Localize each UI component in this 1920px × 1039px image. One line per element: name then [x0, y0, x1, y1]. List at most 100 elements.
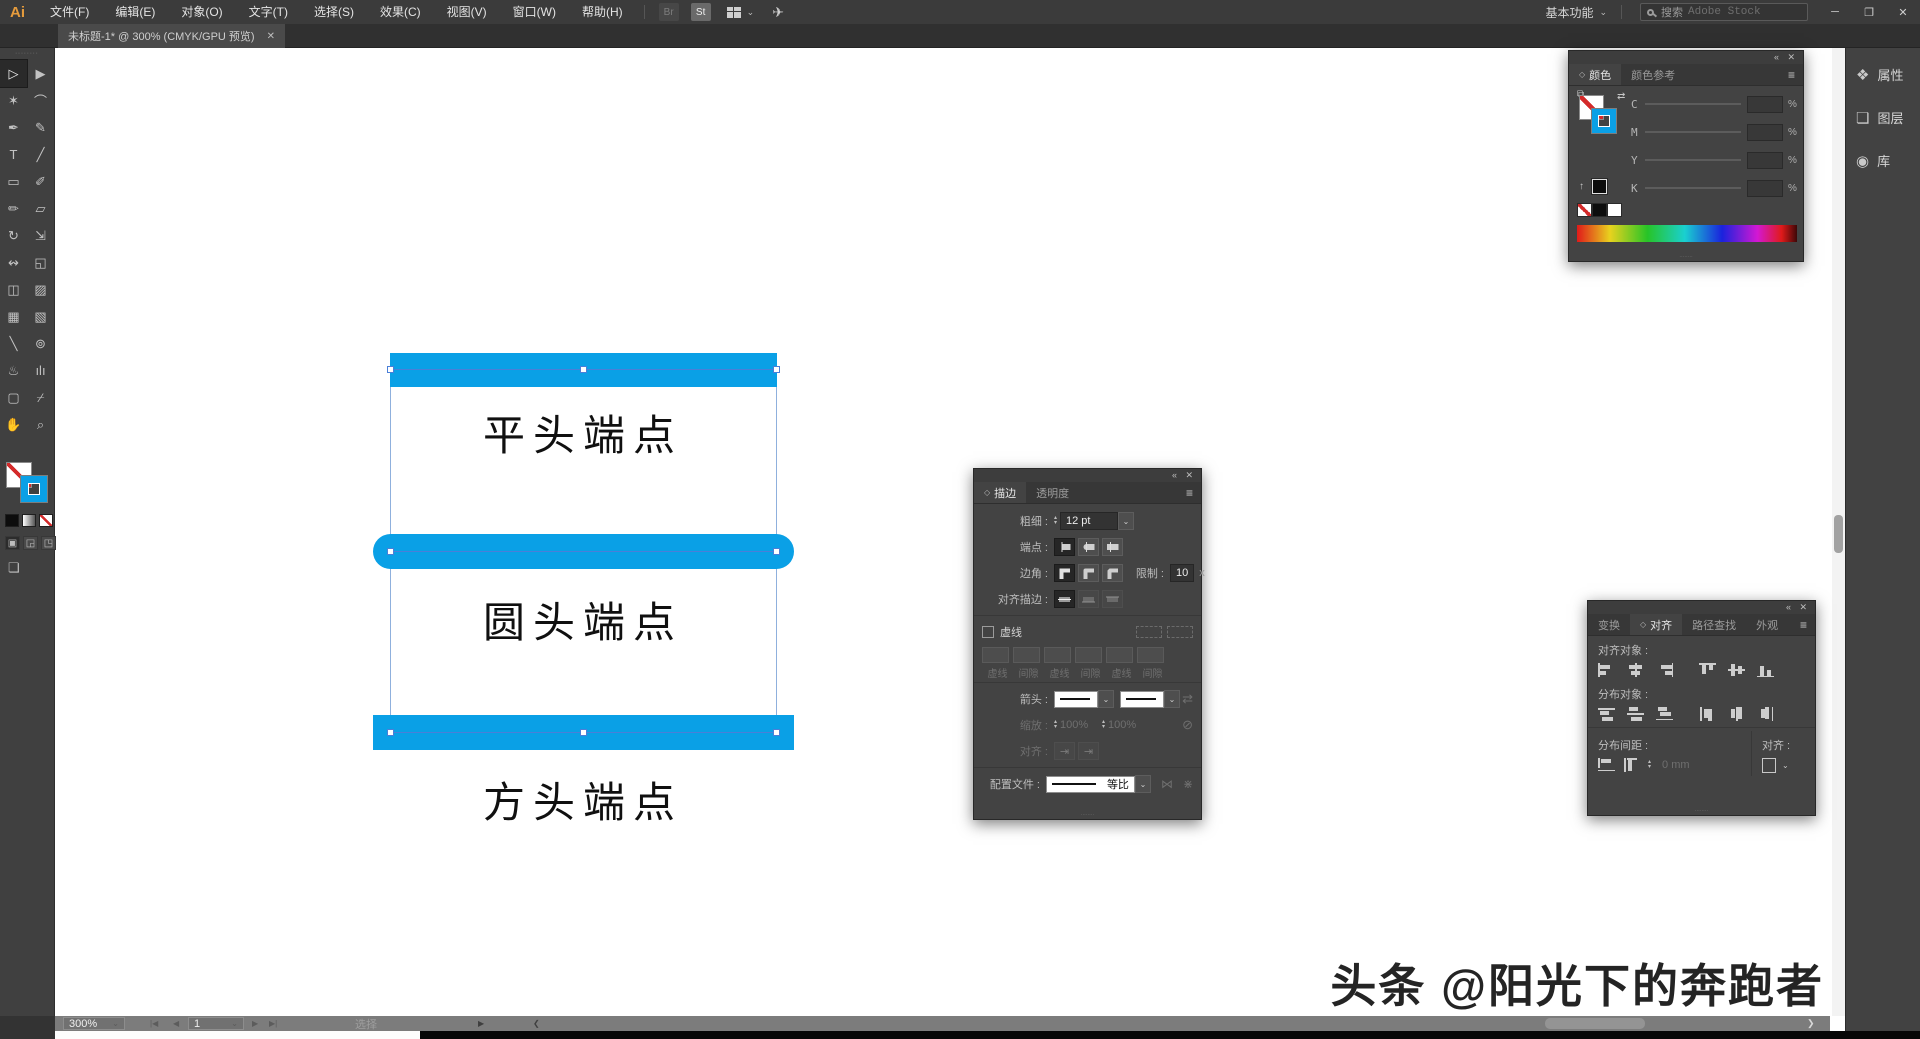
stroke-swatch-blue[interactable]: [21, 476, 47, 502]
color-spectrum-bar[interactable]: [1577, 225, 1797, 242]
scroll-right-icon[interactable]: ❯: [1807, 1017, 1815, 1030]
anchor-handle[interactable]: [580, 366, 587, 373]
pen-tool[interactable]: ✒: [0, 114, 27, 141]
free-transform-tool[interactable]: ◱: [27, 249, 54, 276]
slice-tool[interactable]: ⌿: [27, 384, 54, 411]
close-panel-icon[interactable]: ✕: [1185, 470, 1193, 481]
gap-field[interactable]: [1013, 647, 1040, 663]
gap-field[interactable]: [1137, 647, 1164, 663]
cyan-slider[interactable]: [1645, 103, 1741, 105]
tab-color[interactable]: ◇ 颜色: [1569, 64, 1621, 85]
panel-resize-grip[interactable]: ∙∙∙∙∙∙∙∙: [1569, 254, 1803, 261]
window-restore-button[interactable]: ❐: [1852, 0, 1886, 24]
next-artboard-button[interactable]: ▶: [252, 1017, 258, 1030]
horizontal-distribute-space-button[interactable]: [1623, 758, 1640, 772]
gradient-button[interactable]: [22, 514, 36, 527]
tab-pathfinder[interactable]: 路径查找: [1682, 614, 1746, 635]
dock-item-properties[interactable]: ❖ 属性: [1846, 53, 1920, 96]
last-artboard-button[interactable]: ▶|: [269, 1017, 277, 1030]
menu-type[interactable]: 文字(T): [236, 0, 301, 24]
align-center-horizontal-button[interactable]: [1627, 663, 1644, 677]
search-input[interactable]: 搜索 Adobe Stock: [1640, 3, 1808, 21]
menu-view[interactable]: 视图(V): [434, 0, 500, 24]
menu-file[interactable]: 文件(F): [37, 0, 102, 24]
distribute-center-horizontal-button[interactable]: [1728, 707, 1745, 721]
profile-select[interactable]: 等比: [1046, 776, 1135, 793]
close-panel-icon[interactable]: ✕: [1799, 602, 1807, 613]
scale-start-stepper[interactable]: ▴▾: [1054, 720, 1057, 730]
menu-object[interactable]: 对象(O): [168, 0, 235, 24]
chevron-down-icon[interactable]: ⌄: [1599, 7, 1607, 18]
none-button[interactable]: [39, 514, 53, 527]
gpu-performance-rocket-icon[interactable]: ✈: [772, 4, 784, 21]
panel-menu-icon[interactable]: ≡: [1178, 482, 1201, 503]
spacing-stepper[interactable]: ▴▾: [1648, 760, 1651, 770]
anchor-handle[interactable]: [387, 548, 394, 555]
scale-tool[interactable]: ⇲: [27, 222, 54, 249]
vertical-scrollbar-thumb[interactable]: [1834, 515, 1843, 553]
dock-item-libraries[interactable]: ◉ 库: [1846, 139, 1920, 182]
swap-fill-stroke-icon[interactable]: ⇄: [1617, 91, 1625, 102]
tab-align[interactable]: ◇ 对齐: [1630, 614, 1682, 635]
scale-end-stepper[interactable]: ▴▾: [1102, 720, 1105, 730]
round-cap-label[interactable]: 圆头端点: [390, 589, 776, 650]
current-color-swatch[interactable]: [1592, 179, 1607, 194]
lasso-tool[interactable]: ⌒: [27, 87, 54, 114]
align-left-button[interactable]: [1598, 663, 1615, 677]
zoom-level-dropdown[interactable]: 300% ⌄: [63, 1017, 125, 1030]
direct-selection-tool[interactable]: ▶: [27, 60, 54, 87]
magenta-slider[interactable]: [1645, 131, 1741, 133]
gap-field[interactable]: [1075, 647, 1102, 663]
black-swatch[interactable]: [1592, 203, 1607, 217]
workspace-switcher[interactable]: 基本功能: [1545, 4, 1593, 21]
spacing-value[interactable]: 0 mm: [1662, 759, 1690, 771]
magic-wand-tool[interactable]: ✶: [0, 87, 27, 114]
weight-value-field[interactable]: 12 pt: [1060, 512, 1118, 530]
stock-icon[interactable]: St: [691, 3, 711, 21]
menu-window[interactable]: 窗口(W): [500, 0, 569, 24]
gradient-tool[interactable]: ▧: [27, 303, 54, 330]
tab-color-guide[interactable]: 颜色参考: [1621, 64, 1685, 85]
dash-field[interactable]: [982, 647, 1009, 663]
tab-transparency[interactable]: 透明度: [1026, 482, 1079, 503]
mesh-tool[interactable]: ▦: [0, 303, 27, 330]
symbol-sprayer-tool[interactable]: ♨: [0, 357, 27, 384]
scale-start-value[interactable]: 100%: [1060, 719, 1102, 731]
flip-along-icon[interactable]: ⋈: [1161, 777, 1173, 791]
align-stroke-center-button[interactable]: [1054, 590, 1075, 608]
menu-effect[interactable]: 效果(C): [367, 0, 434, 24]
artboard-tool[interactable]: ▢: [0, 384, 27, 411]
close-panel-icon[interactable]: ✕: [1787, 52, 1795, 63]
rotate-tool[interactable]: ↻: [0, 222, 27, 249]
width-tool[interactable]: ↭: [0, 249, 27, 276]
type-tool[interactable]: T: [0, 141, 27, 168]
vertical-distribute-space-button[interactable]: [1598, 758, 1615, 772]
cyan-value-field[interactable]: [1747, 96, 1783, 113]
first-artboard-button[interactable]: |◀: [150, 1017, 158, 1030]
panel-menu-icon[interactable]: ≡: [1780, 64, 1803, 85]
menu-edit[interactable]: 编辑(E): [102, 0, 168, 24]
anchor-handle[interactable]: [580, 729, 587, 736]
align-stroke-inside-button[interactable]: [1078, 590, 1099, 608]
align-right-button[interactable]: [1656, 663, 1673, 677]
dash-field[interactable]: [1044, 647, 1071, 663]
yellow-slider[interactable]: [1645, 159, 1741, 161]
shape-builder-tool[interactable]: ◫: [0, 276, 27, 303]
hand-tool[interactable]: ✋: [0, 411, 27, 438]
arrow-align-end-button[interactable]: ⇥: [1078, 742, 1099, 760]
window-minimize-button[interactable]: ─: [1818, 0, 1852, 24]
draw-behind-icon[interactable]: ◲: [23, 536, 38, 550]
play-icon[interactable]: ▶: [478, 1017, 484, 1030]
arrowhead-end-chevron[interactable]: ⌄: [1164, 690, 1180, 708]
distribute-top-button[interactable]: [1598, 707, 1615, 721]
dash-preset-icon[interactable]: [1136, 626, 1162, 638]
perspective-grid-tool[interactable]: ▨: [27, 276, 54, 303]
none-swatch[interactable]: [1577, 203, 1592, 217]
previous-artboard-button[interactable]: ◀: [173, 1017, 179, 1030]
arrowhead-start-chevron[interactable]: ⌄: [1098, 690, 1114, 708]
panel-cycle-icon[interactable]: ◇: [1579, 70, 1585, 79]
zoom-tool[interactable]: ⌕: [27, 411, 54, 438]
cap-projecting-button[interactable]: [1102, 538, 1123, 556]
align-bottom-button[interactable]: [1757, 663, 1774, 677]
menu-help[interactable]: 帮助(H): [569, 0, 636, 24]
